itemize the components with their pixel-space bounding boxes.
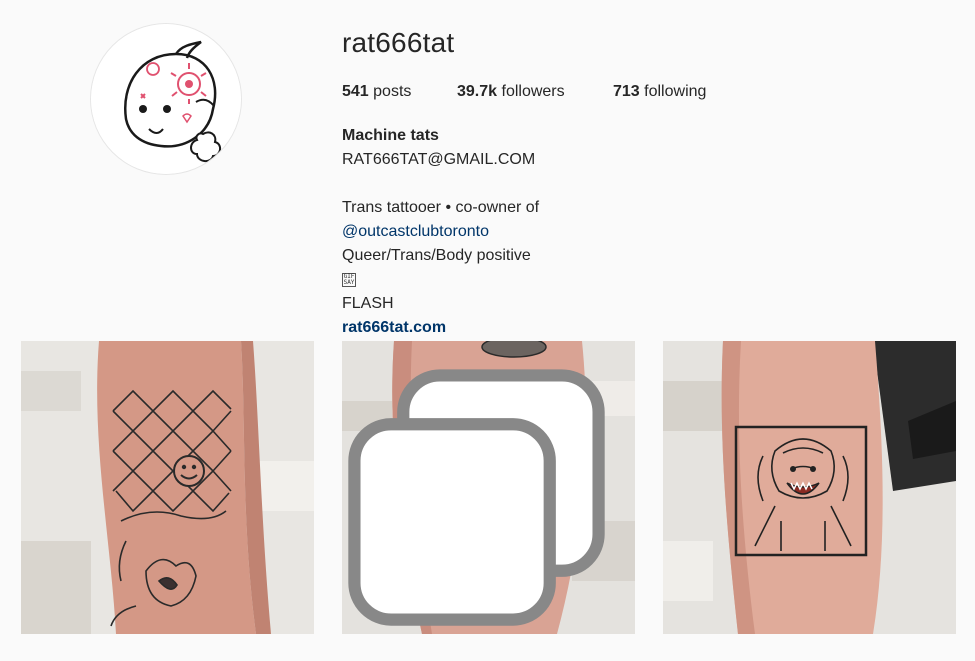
post-tile-3[interactable]	[663, 341, 956, 634]
kewpie-avatar-icon	[91, 24, 241, 174]
profile-username: rat666tat	[342, 27, 455, 58]
bio-line-queer-trans: Queer/Trans/Body positive	[342, 247, 531, 264]
bio-line-flash: FLASH	[342, 295, 394, 312]
posts-count: 541 posts	[342, 83, 411, 101]
bio-line-trans-tattooer: Trans tattooer • co-owner of	[342, 199, 540, 216]
followers-count[interactable]: 39.7k followers	[457, 83, 565, 101]
post-tile-2[interactable]	[342, 341, 635, 634]
gif-sticker-icon: GIF SAY	[342, 272, 356, 287]
profile-email: RAT666TAT@GMAIL.COM	[342, 151, 536, 168]
bio-spacer	[342, 172, 539, 196]
following-count[interactable]: 713 following	[613, 83, 706, 101]
posts-count-value: 541	[342, 83, 369, 100]
bio-mention-link[interactable]: @outcastclubtoronto	[342, 220, 539, 244]
posts-count-label: posts	[373, 83, 412, 100]
profile-avatar[interactable]	[91, 24, 241, 174]
following-count-value: 713	[613, 83, 640, 100]
followers-count-label: followers	[501, 83, 565, 100]
following-count-label: following	[644, 83, 707, 100]
monster-framed-tattoo-photo	[663, 341, 956, 634]
followers-count-value: 39.7k	[457, 83, 498, 100]
bio-gif-line: GIF SAY	[342, 268, 539, 292]
fishnet-smiley-tattoo-photo	[21, 341, 314, 634]
post-tile-1[interactable]	[21, 341, 314, 634]
profile-full-name: Machine tats	[342, 127, 439, 144]
profile-website-link[interactable]: rat666tat.com	[342, 316, 539, 340]
multiple-photos-icon	[348, 369, 605, 626]
profile-bio: Machine tats RAT666TAT@GMAIL.COM Trans t…	[342, 124, 539, 340]
